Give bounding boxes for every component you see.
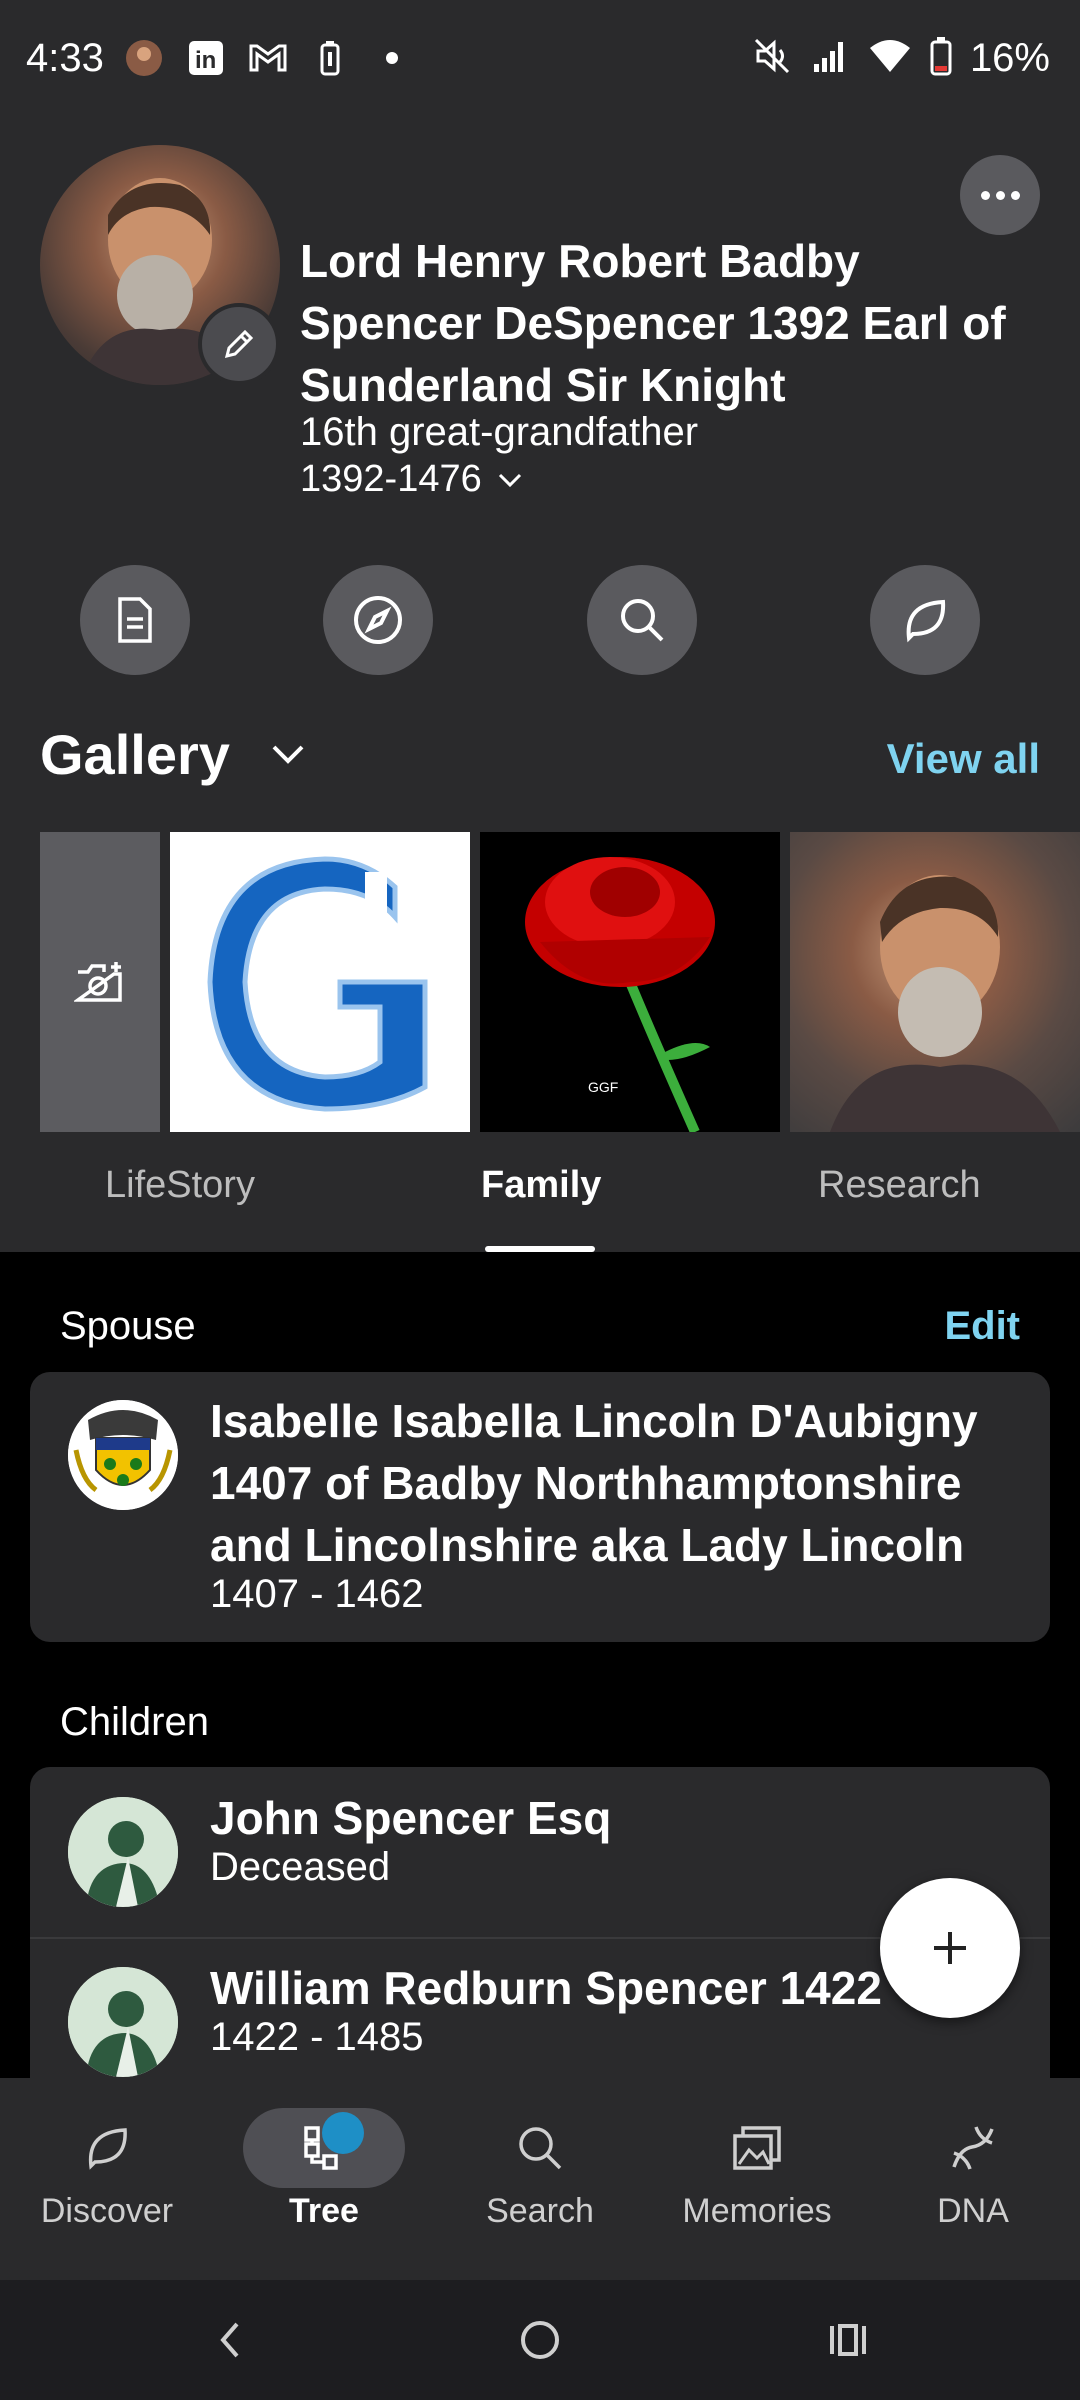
nav-label: Memories bbox=[682, 2192, 832, 2230]
child-status: Deceased bbox=[210, 1845, 391, 1889]
search-records-button[interactable] bbox=[587, 565, 697, 675]
discover-icon bbox=[77, 2118, 137, 2178]
dot-icon bbox=[372, 38, 412, 78]
compass-icon bbox=[354, 596, 402, 644]
spouse-dates: 1407 - 1462 bbox=[210, 1572, 424, 1616]
hints-button[interactable] bbox=[870, 565, 980, 675]
dna-icon bbox=[943, 2118, 1003, 2178]
mute-icon bbox=[752, 36, 792, 81]
nav-memories[interactable]: Memories bbox=[657, 2118, 857, 2231]
lifespan-toggle[interactable]: 1392-1476 bbox=[300, 458, 524, 501]
gallery-header[interactable]: Gallery bbox=[40, 722, 308, 787]
back-icon bbox=[220, 2322, 239, 2358]
leaf-icon bbox=[906, 599, 946, 643]
spouse-card[interactable]: Isabelle Isabella Lincoln D'Aubigny 1407… bbox=[30, 1372, 1050, 1642]
lifespan-text: 1392-1476 bbox=[300, 458, 482, 500]
children-section-label: Children bbox=[60, 1700, 209, 1744]
tab-lifestory[interactable]: LifeStory bbox=[105, 1164, 255, 1207]
facts-button[interactable] bbox=[80, 565, 190, 675]
chevron-down-icon bbox=[272, 745, 304, 764]
search-icon bbox=[621, 599, 664, 642]
rose-image: GGF bbox=[525, 857, 715, 1132]
add-photo-button[interactable] bbox=[40, 832, 160, 1132]
tab-research[interactable]: Research bbox=[818, 1164, 981, 1207]
search-icon bbox=[510, 2118, 570, 2178]
quick-actions bbox=[0, 565, 1080, 675]
bottom-navigation: Discover Tree Search Memories DNA bbox=[0, 2078, 1080, 2280]
child-name: John Spencer Esq bbox=[210, 1792, 612, 1844]
nav-label: Search bbox=[486, 2192, 594, 2230]
document-icon bbox=[118, 597, 152, 643]
edit-spouse-link[interactable]: Edit bbox=[944, 1304, 1020, 1349]
letter-g-image bbox=[207, 856, 428, 1112]
system-navigation-bar bbox=[0, 2280, 1080, 2400]
gallery-photo-letter[interactable] bbox=[170, 832, 470, 1132]
pencil-icon bbox=[224, 329, 254, 359]
more-dot-icon bbox=[995, 190, 1005, 200]
status-bar: 4:33 in 16% bbox=[0, 0, 1080, 124]
nav-label: DNA bbox=[937, 2192, 1009, 2230]
notification-badge bbox=[322, 2112, 364, 2154]
linkedin-icon: in bbox=[186, 38, 226, 78]
child-dates: 1422 - 1485 bbox=[210, 2015, 424, 2059]
status-notification-icons: in bbox=[124, 38, 412, 78]
memories-icon bbox=[727, 2118, 787, 2178]
nav-label: Tree bbox=[289, 2192, 359, 2230]
child-avatar-placeholder bbox=[68, 1967, 178, 2077]
nav-label: Discover bbox=[40, 2192, 174, 2230]
person-name: Lord Henry Robert Badby Spencer DeSpence… bbox=[300, 235, 1006, 411]
profile-tabs: LifeStory Family Research bbox=[0, 1150, 1080, 1252]
spouse-name: Isabelle Isabella Lincoln D'Aubigny 1407… bbox=[210, 1395, 978, 1571]
chevron-down-icon bbox=[498, 473, 521, 487]
home-button[interactable] bbox=[510, 2310, 570, 2370]
recents-icon bbox=[830, 2324, 866, 2356]
coat-of-arms-image bbox=[68, 1400, 178, 1510]
battery-icon bbox=[930, 36, 952, 81]
gallery-photo-portrait[interactable] bbox=[790, 832, 1080, 1132]
nav-search[interactable]: Search bbox=[440, 2118, 640, 2231]
add-relative-button[interactable] bbox=[880, 1878, 1020, 2018]
battery-percent: 16% bbox=[969, 36, 1050, 80]
person-silhouette-icon bbox=[68, 1797, 178, 1907]
recents-button[interactable] bbox=[818, 2310, 878, 2370]
plus-icon bbox=[934, 1932, 966, 1964]
wifi-icon bbox=[868, 36, 912, 81]
spouse-section-label: Spouse bbox=[60, 1304, 196, 1348]
edit-photo-button[interactable] bbox=[198, 303, 280, 385]
portrait-image bbox=[830, 875, 1060, 1132]
gallery-title: Gallery bbox=[40, 723, 230, 786]
nav-dna[interactable]: DNA bbox=[873, 2118, 1073, 2231]
more-options-button[interactable] bbox=[960, 155, 1040, 235]
spouse-avatar bbox=[68, 1400, 178, 1510]
person-silhouette-icon bbox=[68, 1967, 178, 2077]
add-camera-icon bbox=[74, 962, 122, 1002]
signal-icon bbox=[810, 36, 850, 81]
relationship-label: 16th great-grandfather bbox=[300, 410, 699, 454]
profile-avatar-container[interactable] bbox=[40, 145, 280, 385]
tab-family[interactable]: Family bbox=[481, 1164, 601, 1207]
gallery-photo-rose[interactable]: GGF bbox=[480, 832, 780, 1132]
back-button[interactable] bbox=[200, 2310, 260, 2370]
gmail-icon bbox=[248, 38, 288, 78]
child-avatar-placeholder bbox=[68, 1797, 178, 1907]
more-dot-icon bbox=[980, 190, 990, 200]
child-name: William Redburn Spencer 1422 bbox=[210, 1962, 882, 2014]
svg-text:in: in bbox=[195, 47, 216, 74]
rose-caption: GGF bbox=[588, 1079, 618, 1095]
explore-button[interactable] bbox=[323, 565, 433, 675]
more-dot-icon bbox=[1010, 190, 1020, 200]
home-icon bbox=[521, 2321, 559, 2359]
view-all-link[interactable]: View all bbox=[887, 735, 1040, 783]
battery-saver-icon bbox=[310, 38, 350, 78]
app-avatar-icon bbox=[124, 38, 164, 78]
status-time: 4:33 bbox=[26, 36, 104, 80]
nav-discover[interactable]: Discover bbox=[7, 2118, 207, 2231]
status-system-icons: 16% bbox=[752, 36, 1050, 81]
gallery-strip: GGF bbox=[40, 832, 1080, 1132]
